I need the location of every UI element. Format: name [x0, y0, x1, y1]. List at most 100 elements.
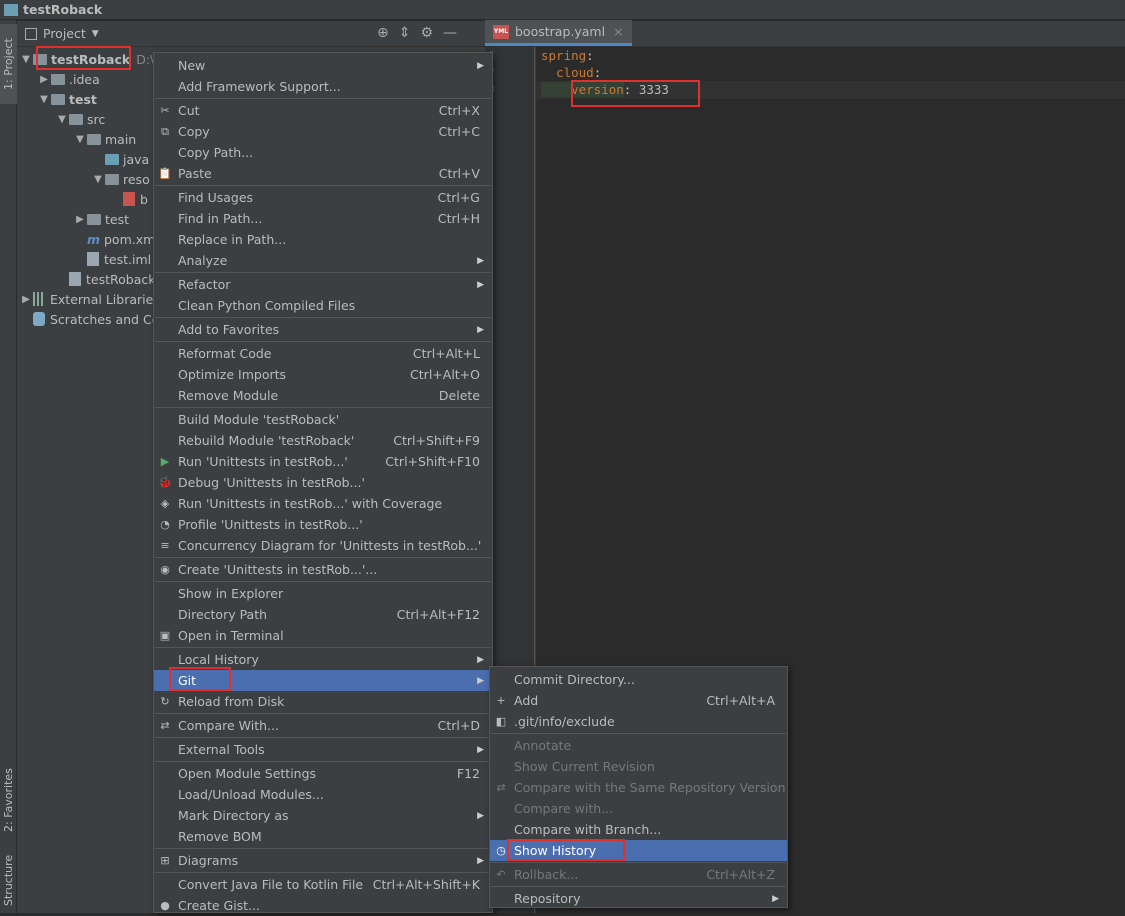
menu-item-paste[interactable]: 📋 Paste Ctrl+V [154, 163, 492, 184]
expanded-arrow-icon[interactable]: ▼ [91, 174, 105, 185]
menu-item-label: Convert Java File to Kotlin File [178, 877, 364, 892]
menu-item-label: Copy Path... [178, 145, 254, 160]
project-view-selector[interactable]: Project [43, 26, 86, 41]
menu-item-label: Show in Explorer [178, 586, 284, 601]
git-menu-item-compare-with: Compare with... [490, 798, 787, 819]
menu-item-show-in-explorer[interactable]: Show in Explorer [154, 583, 492, 604]
menu-item-find-usages[interactable]: Find Usages Ctrl+G [154, 187, 492, 208]
tree-item-scratches-and-co[interactable]: Scratches and Co [19, 309, 159, 329]
menu-item-reformat-code[interactable]: Reformat Code Ctrl+Alt+L [154, 343, 492, 364]
menu-item-label: Create Gist... [178, 898, 261, 913]
highlight-box-version [571, 80, 700, 107]
collapsed-arrow-icon[interactable]: ▶ [19, 294, 33, 305]
menu-item-label: .git/info/exclude [514, 714, 615, 729]
menu-item-diagrams[interactable]: ⊞ Diagrams ▶ [154, 850, 492, 871]
menu-item-load-unload-modules[interactable]: Load/Unload Modules... [154, 784, 492, 805]
menu-item-label: Reload from Disk [178, 694, 285, 709]
menu-item-compare-with[interactable]: ⇄ Compare With... Ctrl+D [154, 715, 492, 736]
menu-item-open-in-terminal[interactable]: ▣ Open in Terminal [154, 625, 492, 646]
menu-item-label: Concurrency Diagram for 'Unittests in te… [178, 538, 482, 553]
menu-item-convert-java-file-to-kotlin-file[interactable]: Convert Java File to Kotlin File Ctrl+Alt… [154, 874, 492, 895]
tree-item-test-iml[interactable]: test.iml [73, 249, 151, 269]
menu-item-optimize-imports[interactable]: Optimize Imports Ctrl+Alt+O [154, 364, 492, 385]
structure-tool-tab[interactable]: Structure [0, 850, 17, 910]
editor-tab-boostrap[interactable]: YML boostrap.yaml × [485, 20, 632, 46]
shortcut-label: Ctrl+D [437, 718, 480, 733]
tree-item-label: test.iml [104, 251, 152, 267]
project-tool-tab[interactable]: 1: Project [0, 24, 17, 104]
menu-separator [155, 98, 491, 99]
menu-item-copy-path[interactable]: Copy Path... [154, 142, 492, 163]
git-menu-item-git-info-exclude[interactable]: ◧ .git/info/exclude [490, 711, 787, 732]
menu-item-run-unittests-in-testrob-with-coverage[interactable]: ◈ Run 'Unittests in testRob...' with Cove… [154, 493, 492, 514]
git-menu-item-repository[interactable]: Repository ▶ [490, 888, 787, 909]
left-tool-strip: 1: Project 2: Favorites Structure [0, 20, 17, 913]
tree-item-src[interactable]: ▼ src [55, 109, 105, 129]
menu-item-reload-from-disk[interactable]: ↻ Reload from Disk [154, 691, 492, 712]
concurrency-diagram-for-unittests-in-testrob-icon: ≡ [160, 539, 170, 552]
menu-item-refactor[interactable]: Refactor ▶ [154, 274, 492, 295]
debug-unittests-in-testrob-icon: 🐞 [158, 476, 172, 489]
menu-item-external-tools[interactable]: External Tools ▶ [154, 739, 492, 760]
tree-item-main[interactable]: ▼ main [73, 129, 136, 149]
tree-item-pom-xml[interactable]: m pom.xml [73, 229, 159, 249]
menu-item-concurrency-diagram-for-unittests-in-testrob[interactable]: ≡ Concurrency Diagram for 'Unittests in t… [154, 535, 492, 556]
open-in-terminal-icon: ▣ [159, 629, 171, 642]
menu-item-clean-python-compiled-files[interactable]: Clean Python Compiled Files [154, 295, 492, 316]
menu-item-add-framework-support[interactable]: Add Framework Support... [154, 76, 492, 97]
menu-item-profile-unittests-in-testrob[interactable]: ◔ Profile 'Unittests in testRob...' [154, 514, 492, 535]
menu-item-run-unittests-in-testrob[interactable]: ▶ Run 'Unittests in testRob...' Ctrl+Shift… [154, 451, 492, 472]
tree-item-test[interactable]: ▼ test [37, 89, 97, 109]
collapse-icon[interactable]: ⇕ [399, 25, 411, 41]
add-icon: + [496, 694, 506, 707]
shortcut-label: Ctrl+Shift+F9 [393, 433, 480, 448]
menu-item-label: Compare with the Same Repository Version [514, 780, 786, 795]
collapsed-arrow-icon[interactable]: ▶ [73, 214, 87, 225]
menu-item-label: Open in Terminal [178, 628, 284, 643]
collapsed-arrow-icon[interactable]: ▶ [37, 74, 51, 85]
menu-item-copy[interactable]: ⧉ Copy Ctrl+C [154, 121, 492, 142]
code-line[interactable]: cloud: [541, 65, 601, 80]
menu-item-new[interactable]: New ▶ [154, 55, 492, 76]
git-menu-item-add[interactable]: + Add Ctrl+Alt+A [490, 690, 787, 711]
tree-item-test[interactable]: ▶ test [73, 209, 129, 229]
menu-item-analyze[interactable]: Analyze ▶ [154, 250, 492, 271]
close-icon[interactable]: × [613, 24, 623, 39]
menu-separator [155, 737, 491, 738]
menu-item-directory-path[interactable]: Directory Path Ctrl+Alt+F12 [154, 604, 492, 625]
menu-item-open-module-settings[interactable]: Open Module Settings F12 [154, 763, 492, 784]
expanded-arrow-icon[interactable]: ▼ [37, 94, 51, 105]
menu-item-find-in-path[interactable]: Find in Path... Ctrl+H [154, 208, 492, 229]
menu-item-create-unittests-in-testrob[interactable]: ◉ Create 'Unittests in testRob...'... [154, 559, 492, 580]
create-gist-icon: ● [160, 899, 170, 912]
chevron-down-icon[interactable]: ▼ [92, 29, 99, 39]
locate-icon[interactable]: ⊕ [377, 25, 389, 41]
tree-item-reso[interactable]: ▼ reso [91, 169, 150, 189]
menu-item-mark-directory-as[interactable]: Mark Directory as ▶ [154, 805, 492, 826]
tree-item-idea[interactable]: ▶ .idea [37, 69, 100, 89]
tree-item-b[interactable]: b [109, 189, 148, 209]
tree-item-java[interactable]: java [91, 149, 149, 169]
menu-item-build-module-testroback[interactable]: Build Module 'testRoback' [154, 409, 492, 430]
menu-item-label: Copy [178, 124, 210, 139]
expanded-arrow-icon[interactable]: ▼ [55, 114, 69, 125]
submenu-arrow-icon: ▶ [477, 324, 484, 335]
tree-item-external-libraries[interactable]: ▶ External Libraries [19, 289, 160, 309]
gear-icon[interactable]: ⚙ [420, 25, 433, 41]
menu-item-debug-unittests-in-testrob[interactable]: 🐞 Debug 'Unittests in testRob...' [154, 472, 492, 493]
git-menu-item-compare-with-branch[interactable]: Compare with Branch... [490, 819, 787, 840]
expanded-arrow-icon[interactable]: ▼ [19, 54, 33, 65]
menu-item-cut[interactable]: ✂ Cut Ctrl+X [154, 100, 492, 121]
menu-item-replace-in-path[interactable]: Replace in Path... [154, 229, 492, 250]
menu-separator [155, 341, 491, 342]
menu-item-remove-bom[interactable]: Remove BOM [154, 826, 492, 847]
minimize-icon[interactable]: — [443, 25, 457, 41]
menu-item-rebuild-module-testroback[interactable]: Rebuild Module 'testRoback' Ctrl+Shift+F9 [154, 430, 492, 451]
menu-item-label: Find in Path... [178, 211, 263, 226]
git-menu-item-commit-directory[interactable]: Commit Directory... [490, 669, 787, 690]
expanded-arrow-icon[interactable]: ▼ [73, 134, 87, 145]
code-line[interactable]: spring: [541, 48, 594, 63]
favorites-tool-tab[interactable]: 2: Favorites [0, 755, 17, 845]
menu-item-add-to-favorites[interactable]: Add to Favorites ▶ [154, 319, 492, 340]
menu-item-remove-module[interactable]: Remove Module Delete [154, 385, 492, 406]
